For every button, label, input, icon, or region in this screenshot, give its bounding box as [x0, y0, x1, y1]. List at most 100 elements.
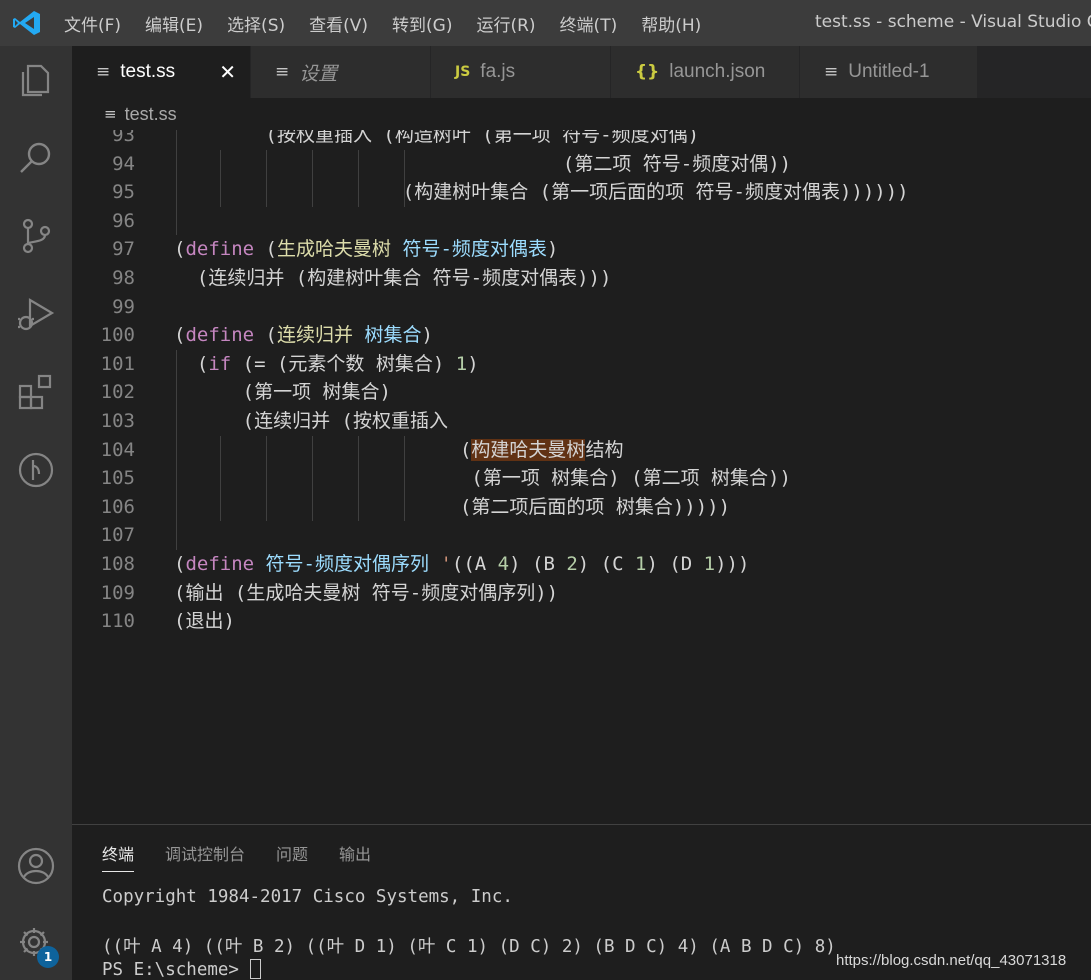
menu-run[interactable]: 运行(R) — [476, 11, 535, 36]
line-number: 95 — [112, 181, 135, 204]
js-icon: JS — [455, 64, 471, 80]
line-number: 101 — [100, 352, 135, 375]
code-editor[interactable]: 93 (按权重插入 (构造树叶 (第一项 符号-频度对偶) 94 (第二项 符号-… — [72, 130, 1091, 824]
run-debug-icon[interactable] — [14, 292, 58, 336]
line-text: (define (连续归并 树集合) — [174, 324, 433, 347]
breadcrumb-file[interactable]: test.ss — [125, 104, 177, 125]
search-icon[interactable] — [14, 136, 58, 180]
vscode-logo-icon — [12, 9, 42, 37]
line-number: 96 — [112, 209, 135, 232]
line-text: (define (生成哈夫曼树 符号-频度对偶表) — [174, 238, 559, 261]
menu-terminal[interactable]: 终端(T) — [560, 11, 618, 36]
breadcrumb: ≡ test.ss — [72, 98, 1091, 130]
code-line[interactable]: 109 (输出 (生成哈夫曼树 符号-频度对偶序列)) — [72, 579, 1091, 608]
watermark: https://blog.csdn.net/qq_43071318 — [836, 952, 1067, 969]
menu-help[interactable]: 帮助(H) — [641, 11, 701, 36]
terminal-line: ((叶 A 4) ((叶 B 2) ((叶 D 1) (叶 C 1) (D C)… — [102, 937, 836, 957]
code-line[interactable]: 96 — [72, 207, 1091, 236]
settings-update-badge: 1 — [37, 946, 59, 968]
tab-settings[interactable]: ≡ 设置 — [251, 46, 431, 98]
tab-label: fa.js — [480, 61, 516, 82]
panel-tab-terminal[interactable]: 终端 — [102, 841, 135, 873]
file-lines-icon: ≡ — [104, 105, 117, 123]
menu-go[interactable]: 转到(G) — [392, 11, 452, 36]
json-braces-icon: {} — [635, 62, 660, 82]
code-line[interactable]: 105 (第一项 树集合) (第二项 树集合)) — [72, 464, 1091, 493]
file-lines-icon: ≡ — [96, 62, 111, 82]
panel-tabs: 终端 调试控制台 问题 输出 — [102, 841, 402, 873]
code-line[interactable]: 106 (第二项后面的项 树集合))))) — [72, 493, 1091, 522]
terminal-prompt-line[interactable]: PS E:\scheme> — [102, 959, 261, 980]
menu-edit[interactable]: 编辑(E) — [145, 11, 203, 36]
line-number: 97 — [112, 238, 135, 261]
tab-fa-js[interactable]: JS fa.js — [431, 46, 611, 98]
line-text: (退出) — [174, 610, 235, 633]
code-line[interactable]: 98 (连续归并 (构建树叶集合 符号-频度对偶表))) — [72, 264, 1091, 293]
line-text: (连续归并 (按权重插入 — [174, 409, 448, 432]
line-text: (按权重插入 (构造树叶 (第一项 符号-频度对偶) — [174, 130, 700, 146]
tab-label: launch.json — [669, 61, 766, 82]
line-number: 105 — [100, 467, 135, 490]
line-number: 103 — [100, 409, 135, 432]
menu-selection[interactable]: 选择(S) — [227, 11, 285, 36]
terminal-prompt: PS E:\scheme> — [102, 960, 250, 980]
panel-tab-problems[interactable]: 问题 — [276, 841, 308, 873]
terminal-cursor — [249, 959, 261, 979]
editor-tabs: ≡ test.ss ✕ ≡ 设置 JS fa.js {} launch.json… — [72, 46, 1091, 98]
line-text: (连续归并 (构建树叶集合 符号-频度对偶表))) — [174, 266, 612, 289]
remote-icon[interactable] — [14, 448, 58, 492]
title-bar: 文件(F) 编辑(E) 选择(S) 查看(V) 转到(G) 运行(R) 终端(T… — [0, 0, 1091, 46]
line-text: (构建树叶集合 (第一项后面的项 符号-频度对偶表)))))) — [174, 181, 909, 204]
line-text: (构建哈夫曼树结构 — [174, 438, 624, 461]
tab-label: 设置 — [299, 63, 338, 85]
code-lines: 93 (按权重插入 (构造树叶 (第一项 符号-频度对偶) 94 (第二项 符号-… — [72, 130, 1091, 636]
line-text: (第二项 符号-频度对偶)) — [174, 152, 792, 175]
extensions-icon[interactable] — [14, 370, 58, 414]
code-line[interactable]: 110 (退出) — [72, 607, 1091, 636]
line-number: 110 — [100, 610, 135, 633]
panel-tab-debug-console[interactable]: 调试控制台 — [165, 841, 245, 873]
code-line[interactable]: 97 (define (生成哈夫曼树 符号-频度对偶表) — [72, 235, 1091, 264]
code-line[interactable]: 94 (第二项 符号-频度对偶)) — [72, 150, 1091, 179]
code-line[interactable]: 100 (define (连续归并 树集合) — [72, 321, 1091, 350]
explorer-icon[interactable] — [14, 58, 58, 102]
line-number: 93 — [112, 130, 135, 146]
line-text: (输出 (生成哈夫曼树 符号-频度对偶序列)) — [174, 581, 559, 604]
line-number: 102 — [100, 381, 135, 404]
activity-bar — [0, 46, 72, 980]
line-text: (define 符号-频度对偶序列 '((A 4) (B 2) (C 1) (D… — [174, 552, 750, 575]
line-number: 108 — [100, 552, 135, 575]
line-number: 106 — [100, 495, 135, 518]
code-line[interactable]: 107 — [72, 521, 1091, 550]
menu-view[interactable]: 查看(V) — [309, 11, 368, 36]
menu-file[interactable]: 文件(F) — [64, 11, 121, 36]
code-line[interactable]: 99 — [72, 293, 1091, 322]
code-line[interactable]: 108 (define 符号-频度对偶序列 '((A 4) (B 2) (C 1)… — [72, 550, 1091, 579]
window-title: test.ss - scheme - Visual Studio Code — [815, 12, 1091, 32]
close-icon[interactable]: ✕ — [219, 60, 236, 84]
panel-tab-output[interactable]: 输出 — [339, 841, 371, 873]
line-number: 109 — [100, 581, 135, 604]
tab-test-ss[interactable]: ≡ test.ss ✕ — [72, 46, 251, 98]
source-control-icon[interactable] — [14, 214, 58, 258]
code-line[interactable]: 103 (连续归并 (按权重插入 — [72, 407, 1091, 436]
file-lines-icon: ≡ — [824, 62, 839, 82]
line-text: (第一项 树集合) — [174, 381, 391, 404]
code-line[interactable]: 93 (按权重插入 (构造树叶 (第一项 符号-频度对偶) — [72, 130, 1091, 150]
line-number: 104 — [100, 438, 135, 461]
line-text: (if (= (元素个数 树集合) 1) — [174, 352, 479, 375]
terminal-line: Copyright 1984-2017 Cisco Systems, Inc. — [102, 887, 513, 907]
tab-launch-json[interactable]: {} launch.json — [611, 46, 800, 98]
code-line[interactable]: 95 (构建树叶集合 (第一项后面的项 符号-频度对偶表)))))) — [72, 178, 1091, 207]
line-number: 99 — [112, 295, 135, 318]
code-line[interactable]: 104 (构建哈夫曼树结构 — [72, 436, 1091, 465]
tab-untitled-1[interactable]: ≡ Untitled-1 — [800, 46, 978, 98]
file-lines-icon: ≡ — [275, 62, 290, 82]
code-line[interactable]: 102 (第一项 树集合) — [72, 378, 1091, 407]
line-number: 94 — [112, 152, 135, 175]
line-number: 98 — [112, 266, 135, 289]
menu-bar: 文件(F) 编辑(E) 选择(S) 查看(V) 转到(G) 运行(R) 终端(T… — [64, 0, 725, 46]
code-line[interactable]: 101 (if (= (元素个数 树集合) 1) — [72, 350, 1091, 379]
tab-label: test.ss — [120, 61, 176, 82]
account-icon[interactable] — [14, 844, 58, 888]
